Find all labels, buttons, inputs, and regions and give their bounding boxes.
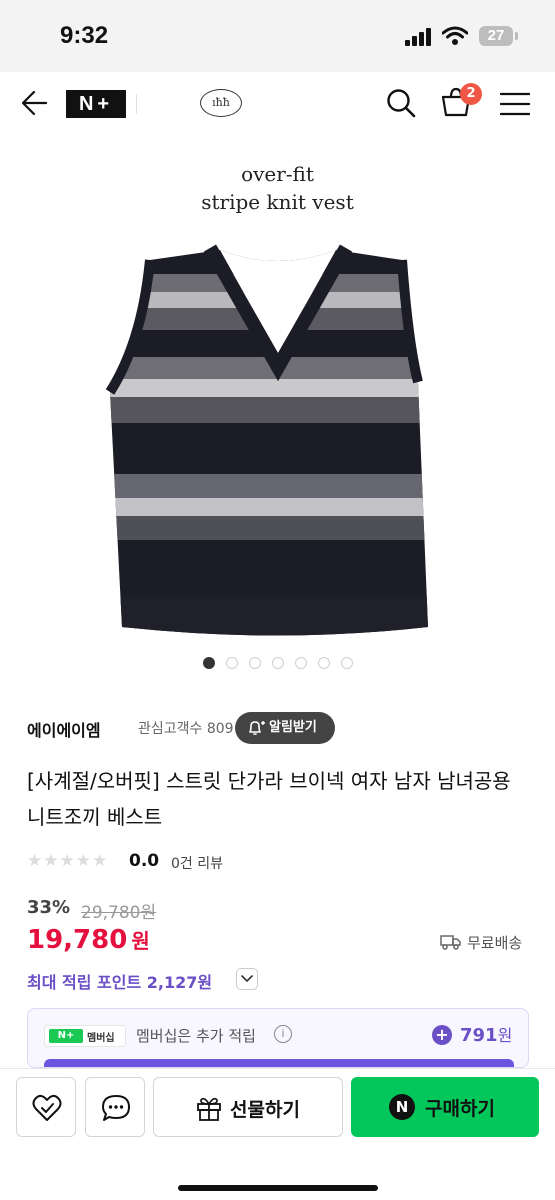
- wishlist-button[interactable]: [16, 1077, 76, 1137]
- membership-text: 멤버십은 추가 적립: [136, 1027, 256, 1045]
- bottom-action-bar: 선물하기 N 구매하기: [0, 1068, 555, 1200]
- pager-dot-3[interactable]: [249, 657, 261, 669]
- membership-points-value: 791: [460, 1025, 498, 1046]
- seller-row: 에이에이엠 관심고객수 809 알림받기: [27, 712, 537, 746]
- home-indicator: [178, 1185, 378, 1191]
- gift-box-icon: [197, 1097, 221, 1121]
- seller-fan-count: 관심고객수 809: [138, 721, 234, 737]
- status-time: 9:32: [60, 22, 109, 49]
- original-price: 29,780원: [81, 903, 157, 923]
- shipping-label: 무료배송: [467, 934, 523, 952]
- image-caption-line1: over-fit: [241, 162, 314, 186]
- pager-dot-2[interactable]: [226, 657, 238, 669]
- pager-dot-7[interactable]: [341, 657, 353, 669]
- rating-value: 0.0: [129, 851, 160, 871]
- sale-price-value: 19,780: [27, 925, 128, 955]
- gift-label: 선물하기: [230, 1099, 300, 1121]
- hamburger-menu-icon[interactable]: [500, 92, 530, 116]
- discount-rate: 33%: [27, 897, 71, 918]
- delivery-truck-icon: [440, 935, 461, 950]
- image-caption-line2: stripe knit vest: [201, 190, 354, 214]
- pager-dot-5[interactable]: [295, 657, 307, 669]
- price-row: 19,780 원 무료배송: [27, 925, 537, 959]
- notify-label: 알림받기: [269, 720, 317, 735]
- heart-check-icon: [32, 1094, 62, 1121]
- nav-divider: [136, 94, 137, 114]
- wifi-icon: [442, 26, 468, 45]
- membership-points: 791원: [460, 1022, 512, 1046]
- battery-cap: [515, 32, 518, 40]
- points-expand-button[interactable]: [236, 968, 258, 990]
- chat-bubble-icon: [102, 1095, 130, 1121]
- top-navigation: N+ ıħħ 2: [0, 72, 555, 136]
- naver-pay-icon: N: [389, 1094, 415, 1120]
- naver-plus-logo[interactable]: N+: [66, 90, 126, 118]
- status-bar: 9:32 27: [0, 0, 555, 72]
- product-title: [사계절/오버핏] 스트릿 단가라 브이넥 여자 남자 남녀공용 니트조끼 베스…: [27, 769, 511, 829]
- membership-points-unit: 원: [497, 1026, 513, 1045]
- cellular-signal-icon: [405, 28, 431, 46]
- plus-circle-icon: +: [432, 1025, 452, 1045]
- store-brand-logo[interactable]: ıħħ: [200, 89, 242, 117]
- buy-label: 구매하기: [425, 1098, 495, 1120]
- buy-button[interactable]: N 구매하기: [351, 1077, 539, 1137]
- chevron-down-icon: [241, 975, 253, 982]
- pager-dot-1[interactable]: [203, 657, 215, 669]
- talk-talk-button[interactable]: [85, 1077, 145, 1137]
- cart-count-badge: 2: [460, 83, 482, 105]
- pager-dot-4[interactable]: [272, 657, 284, 669]
- gift-button[interactable]: 선물하기: [153, 1077, 343, 1137]
- info-icon[interactable]: i: [274, 1025, 292, 1043]
- search-icon[interactable]: [386, 88, 416, 118]
- membership-badge-label: 멤버십: [87, 1033, 115, 1044]
- membership-badge-logo: N+: [49, 1029, 83, 1043]
- seller-name[interactable]: 에이에이엠: [27, 717, 101, 741]
- product-image-carousel[interactable]: over-fit stripe knit vest: [0, 136, 555, 646]
- review-count[interactable]: 0건 리뷰: [171, 853, 223, 873]
- membership-badge: N+ 멤버십: [44, 1025, 126, 1047]
- star-rating-icon: ★★★★★: [27, 851, 109, 871]
- rating-row[interactable]: ★★★★★ 0.0 0건 리뷰: [27, 850, 427, 874]
- pager-dot-6[interactable]: [318, 657, 330, 669]
- back-arrow-icon[interactable]: [20, 89, 48, 117]
- membership-panel: N+ 멤버십 멤버십은 추가 적립 i + 791원: [27, 1008, 529, 1068]
- sale-price: 19,780 원: [27, 925, 150, 955]
- price-unit: 원: [131, 929, 150, 953]
- notify-button[interactable]: 알림받기: [235, 712, 335, 744]
- max-points: 최대 적립 포인트 2,127원: [27, 973, 213, 992]
- knit-vest-image: [105, 244, 428, 636]
- membership-join-bar[interactable]: [44, 1059, 514, 1067]
- battery-indicator: 27: [479, 26, 513, 46]
- bell-plus-icon: [249, 721, 265, 735]
